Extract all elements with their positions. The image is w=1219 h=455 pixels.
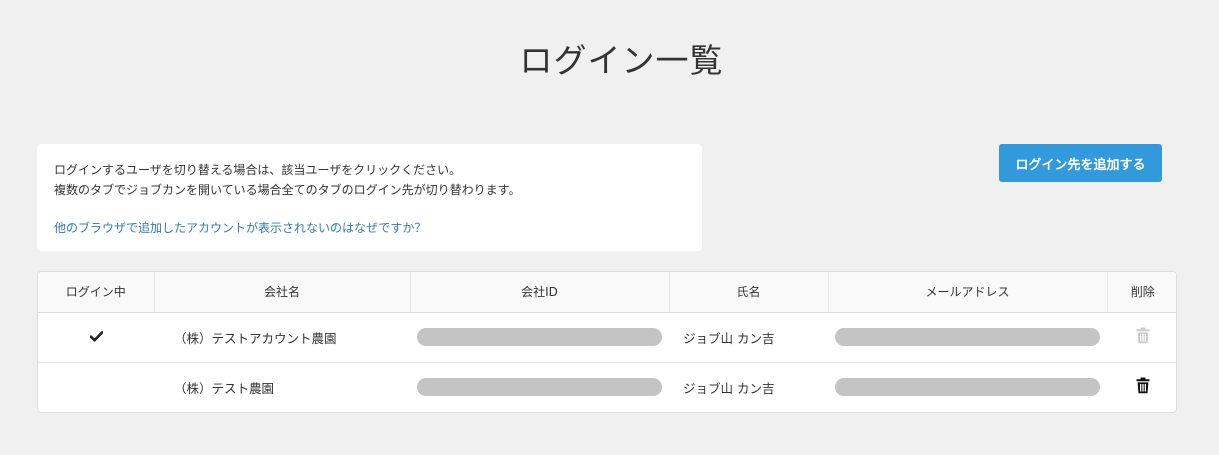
info-box: ログインするユーザを切り替える場合は、該当ユーザをクリックください。 複数のタブ… — [37, 144, 702, 251]
header-logged-in: ログイン中 — [38, 272, 155, 313]
header-person-name: 氏名 — [669, 272, 829, 313]
login-table-container: ログイン中 会社名 会社ID 氏名 メールアドレス 削除 （株）テストアカウント… — [37, 271, 1177, 413]
person-name-cell: ジョブ山 カン吉 — [669, 361, 828, 412]
table-header-row: ログイン中 会社名 会社ID 氏名 メールアドレス 削除 — [38, 272, 1176, 313]
check-icon — [89, 330, 103, 342]
login-table: ログイン中 会社名 会社ID 氏名 メールアドレス 削除 （株）テストアカウント… — [38, 272, 1176, 412]
email-cell — [828, 361, 1107, 412]
trash-icon[interactable] — [1136, 377, 1150, 394]
company-id-cell — [410, 361, 669, 412]
table-row[interactable]: （株）テストアカウント農園 ジョブ山 カン吉 — [38, 312, 1176, 362]
trash-icon — [1136, 327, 1149, 344]
company-name-cell: （株）テストアカウント農園 — [174, 330, 337, 346]
person-name-cell: ジョブ山 カン吉 — [683, 330, 775, 346]
company-name-cell: （株）テスト農園 — [154, 361, 410, 412]
info-text-multiple-tabs: 複数のタブでジョブカンを開いている場合全てのタブのログイン先が切り替わります。 — [54, 183, 521, 197]
table-row[interactable]: （株）テスト農園 ジョブ山 カン吉 — [38, 361, 1176, 412]
header-email: メールアドレス — [828, 272, 1108, 313]
company-id-cell — [410, 312, 669, 362]
redacted-company-id — [417, 378, 662, 397]
redacted-email — [835, 378, 1100, 397]
header-company-name: 会社名 — [154, 272, 411, 313]
delete-cell — [1107, 312, 1176, 362]
help-link-other-browser[interactable]: 他のブラウザで追加したアカウントが表示されないのはなぜですか？ — [54, 218, 426, 238]
add-login-button[interactable]: ログイン先を追加する — [999, 144, 1162, 182]
page-title: ログイン一覧 — [519, 41, 724, 80]
email-cell — [828, 312, 1107, 362]
header-company-id: 会社ID — [410, 272, 670, 313]
logged-in-cell — [38, 312, 154, 362]
header-delete: 削除 — [1107, 272, 1176, 313]
redacted-email — [835, 328, 1100, 346]
redacted-company-id — [417, 328, 662, 346]
info-text-switch-user: ログインするユーザを切り替える場合は、該当ユーザをクリックください。 — [54, 163, 462, 177]
delete-cell — [1107, 361, 1176, 412]
logged-in-cell — [38, 361, 154, 412]
